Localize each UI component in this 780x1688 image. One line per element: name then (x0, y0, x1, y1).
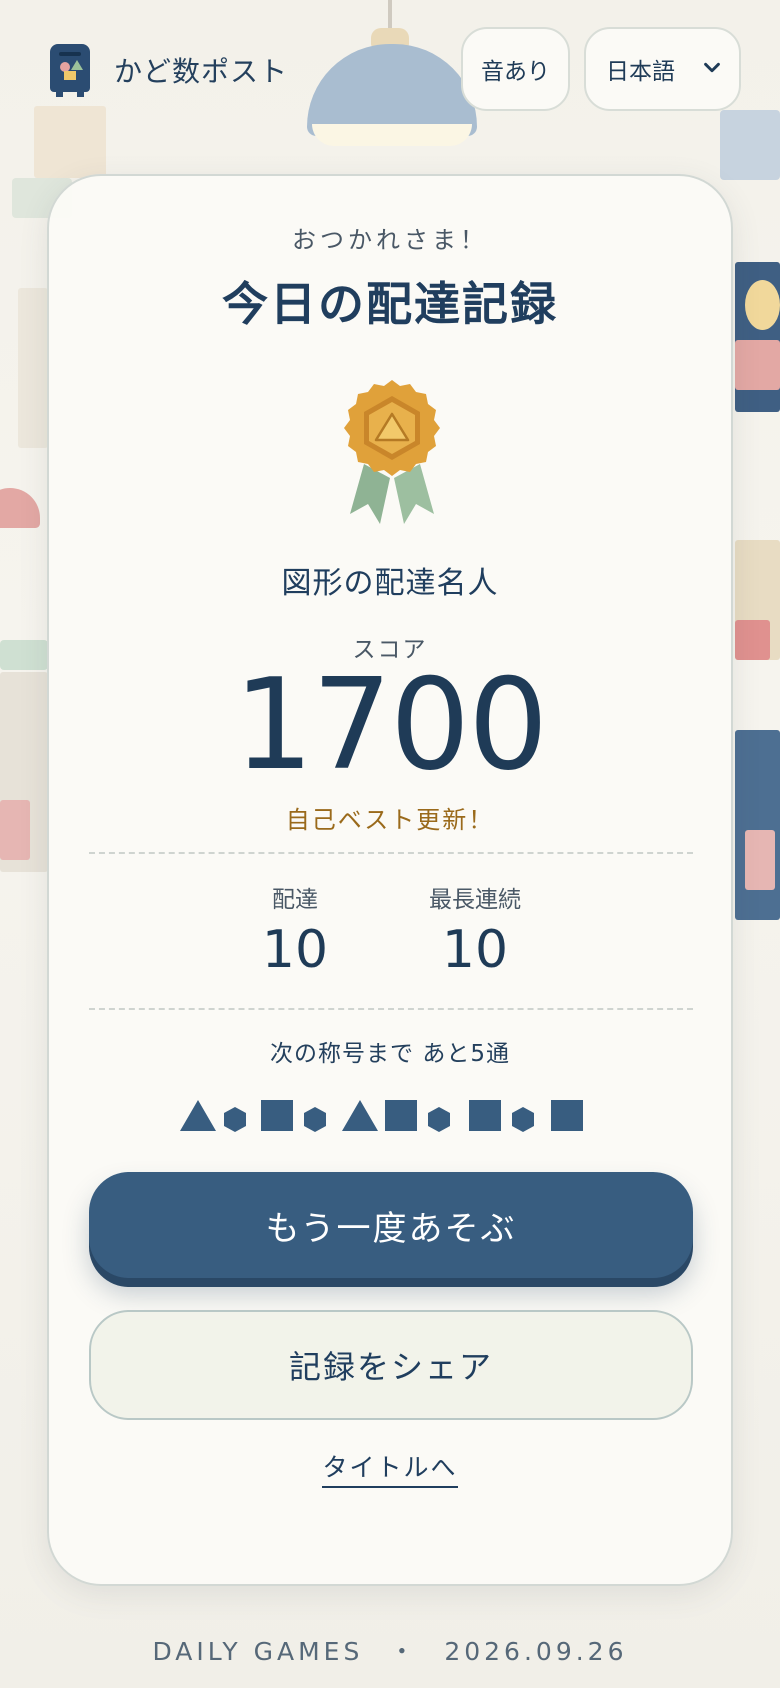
next-rank-message: 次の称号まで あと5通 (270, 1041, 510, 1067)
app-name: かど数ポスト (114, 55, 289, 88)
stat-deliveries-label: 配達 (272, 887, 318, 913)
shelf-decoration (0, 640, 48, 670)
play-again-label: もう一度あそぶ (265, 1208, 517, 1249)
square-shape-icon (469, 1100, 501, 1131)
box-decoration (0, 800, 30, 860)
hexagon-shape-icon (512, 1107, 534, 1132)
medal-title: 図形の配達名人 (281, 566, 499, 601)
footer-separator: ・ (389, 1637, 419, 1666)
sound-toggle-label: 音あり (481, 59, 550, 85)
result-eyebrow: おつかれさま！ (292, 226, 488, 254)
stat-deliveries-value: 10 (261, 920, 329, 980)
divider (89, 852, 693, 854)
share-record-button[interactable]: 記録をシェア (89, 1310, 693, 1420)
medal-icon (344, 380, 440, 524)
triangle-shape-icon (180, 1100, 216, 1131)
box-decoration (18, 288, 48, 448)
result-card: おつかれさま！ 今日の配達記録 図形の配達名人 スコア 1700 自己ベスト更新… (47, 174, 733, 1586)
box-decoration (735, 730, 780, 920)
header: かど数ポスト 音あり 日本語 (0, 0, 780, 150)
square-shape-icon (551, 1100, 583, 1131)
best-score-message: 自己ベスト更新！ (285, 806, 495, 834)
sound-toggle-button[interactable]: 音あり (461, 27, 570, 111)
stat-deliveries: 配達 10 (205, 880, 385, 980)
language-select[interactable]: 日本語 (584, 27, 741, 111)
score-value: 1700 (233, 651, 549, 798)
box-decoration (735, 620, 770, 660)
box-decoration (745, 280, 780, 330)
hexagon-shape-icon (304, 1107, 326, 1132)
play-again-button[interactable]: もう一度あそぶ (89, 1172, 693, 1278)
divider (89, 1008, 693, 1010)
square-shape-icon (385, 1100, 417, 1131)
hexagon-shape-icon (224, 1107, 246, 1132)
mailbox-logo-icon (50, 44, 90, 97)
to-title-link[interactable]: タイトルへ (322, 1453, 458, 1488)
footer: DAILY GAMES ・ 2026.09.26 (0, 1632, 780, 1668)
share-record-label: 記録をシェア (288, 1348, 493, 1386)
chevron-down-icon (704, 62, 720, 73)
stat-longest-streak-value: 10 (441, 920, 509, 980)
stat-longest-streak: 最長連続 10 (385, 880, 565, 980)
footer-brand: DAILY GAMES (152, 1637, 364, 1666)
triangle-shape-icon (342, 1100, 378, 1131)
box-decoration (735, 340, 780, 390)
box-decoration (745, 830, 775, 890)
lamp-decoration (0, 488, 40, 528)
stat-longest-streak-label: 最長連続 (429, 887, 521, 913)
square-shape-icon (261, 1100, 293, 1131)
to-title-container: タイトルへ (49, 1448, 731, 1488)
delivered-shapes-row (179, 1098, 605, 1138)
language-selected-value: 日本語 (606, 59, 675, 85)
hexagon-shape-icon (428, 1107, 450, 1132)
result-title: 今日の配達記録 (222, 277, 558, 331)
footer-date: 2026.09.26 (444, 1637, 628, 1666)
